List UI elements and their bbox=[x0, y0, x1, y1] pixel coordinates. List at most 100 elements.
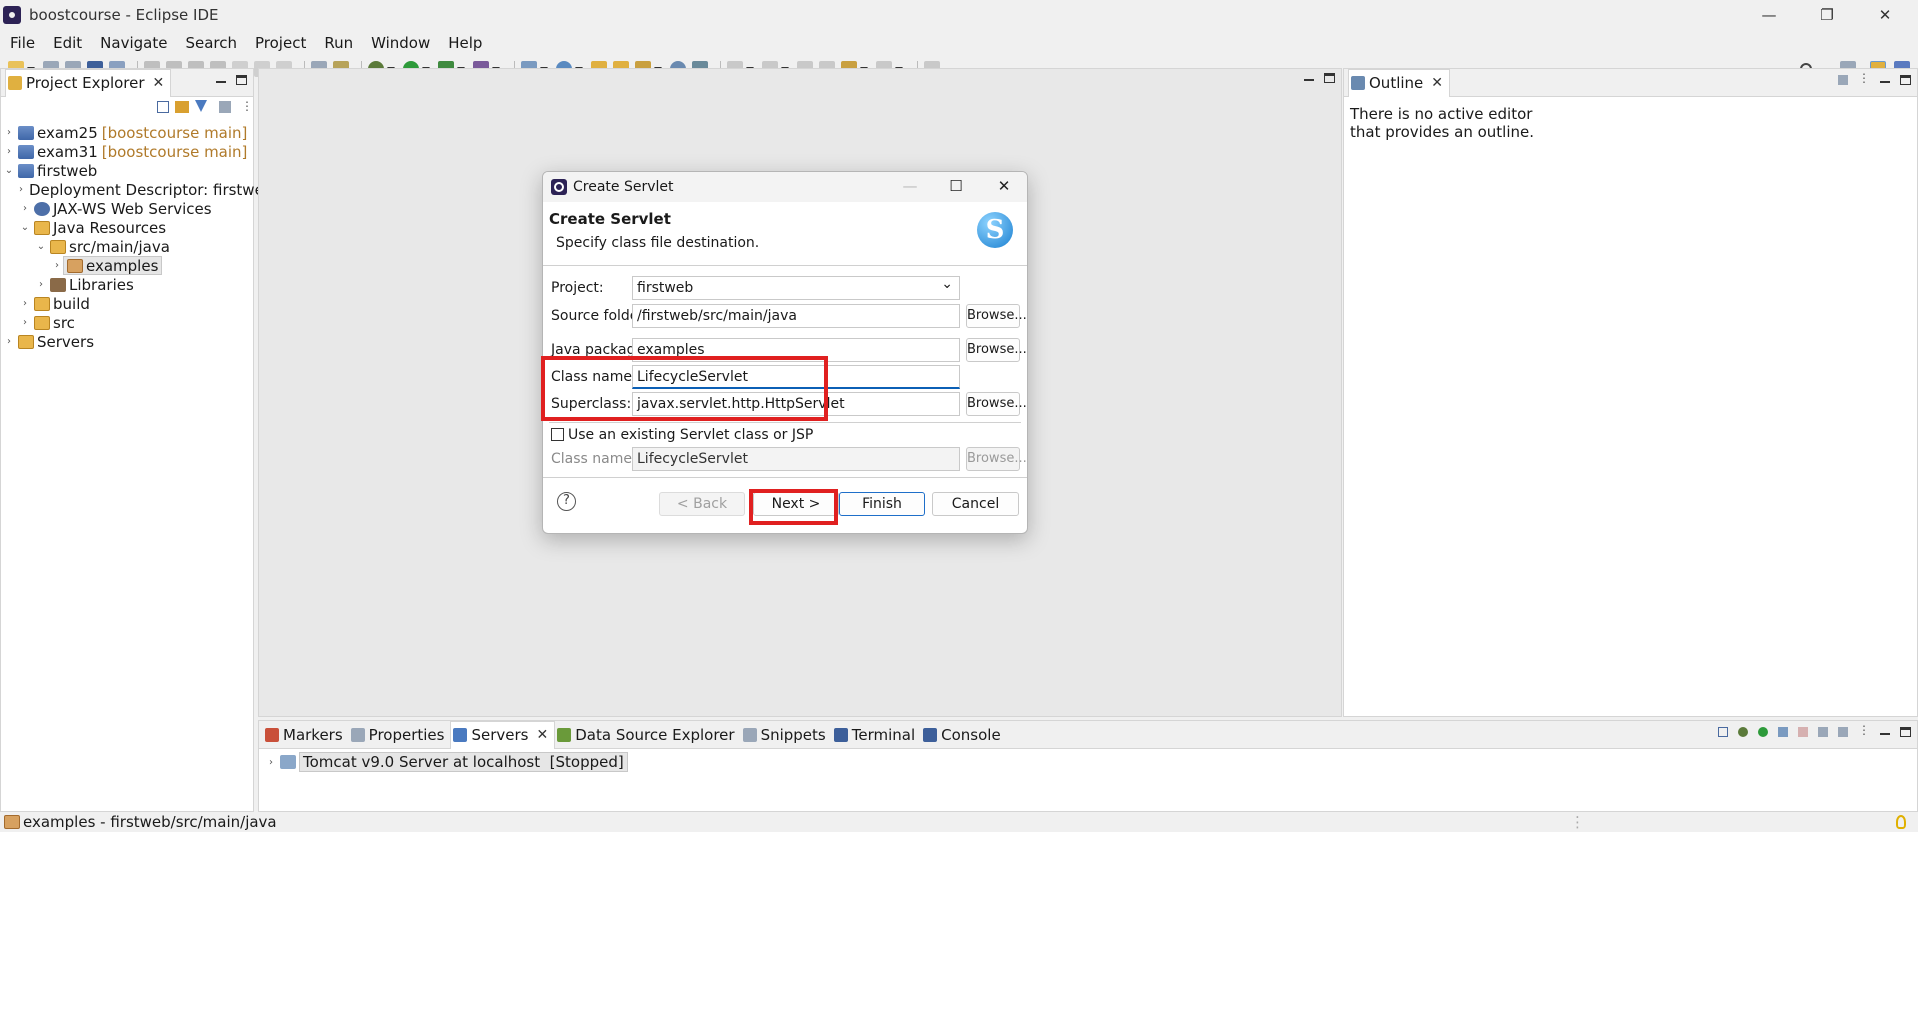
maximize-view-icon[interactable] bbox=[1900, 75, 1911, 85]
chevron-right-icon[interactable]: › bbox=[19, 203, 31, 214]
chevron-right-icon[interactable]: › bbox=[19, 298, 31, 309]
dialog-header-title: Create Servlet bbox=[549, 210, 671, 228]
close-icon[interactable]: ✕ bbox=[153, 75, 165, 91]
menu-edit[interactable]: Edit bbox=[53, 34, 82, 52]
package-icon bbox=[4, 815, 20, 829]
existing-class-field: LifecycleServlet bbox=[632, 447, 960, 471]
dialog-close-button[interactable]: ✕ bbox=[989, 177, 1019, 195]
menu-window[interactable]: Window bbox=[371, 34, 430, 52]
class-name-field[interactable]: LifecycleServlet bbox=[632, 365, 960, 389]
menu-help[interactable]: Help bbox=[448, 34, 482, 52]
chevron-right-icon[interactable]: › bbox=[51, 260, 63, 271]
maximize-view-icon[interactable] bbox=[1324, 73, 1335, 83]
close-window-button[interactable]: ✕ bbox=[1856, 0, 1914, 30]
focus-icon[interactable] bbox=[1838, 75, 1848, 85]
tab-project-explorer[interactable]: Project Explorer ✕ bbox=[5, 68, 172, 97]
tree-item[interactable]: ⌄ src/main/java bbox=[1, 237, 253, 256]
view-menu-icon[interactable]: ⋮ bbox=[241, 99, 253, 113]
chevron-down-icon[interactable]: ⌄ bbox=[35, 241, 47, 252]
folder-icon bbox=[34, 315, 50, 330]
java-package-field[interactable]: examples bbox=[632, 338, 960, 362]
chevron-down-icon[interactable]: ⌄ bbox=[19, 222, 31, 233]
source-folder-field[interactable]: /firstweb/src/main/java bbox=[632, 304, 960, 328]
debug-server-icon[interactable] bbox=[1738, 727, 1748, 737]
close-icon[interactable]: ✕ bbox=[1431, 75, 1443, 91]
chevron-down-icon[interactable]: ⌄ bbox=[3, 165, 15, 176]
lightbulb-icon[interactable] bbox=[1896, 815, 1906, 829]
menu-run[interactable]: Run bbox=[324, 34, 353, 52]
disconnect-icon[interactable] bbox=[1838, 727, 1848, 737]
minimize-view-icon[interactable] bbox=[1304, 79, 1314, 81]
back-button: < Back bbox=[659, 492, 745, 516]
view-menu-icon[interactable]: ⋮ bbox=[1858, 723, 1870, 737]
menu-file[interactable]: File bbox=[10, 34, 35, 52]
dialog-maximize-button[interactable]: ☐ bbox=[941, 177, 971, 195]
outline-panel: Outline ✕ ⋮ There is no active editor th… bbox=[1343, 68, 1918, 717]
tree-item[interactable]: › src bbox=[1, 313, 253, 332]
minimize-view-icon[interactable] bbox=[1880, 733, 1890, 735]
stop-server-icon[interactable] bbox=[1798, 727, 1808, 737]
window-titlebar: boostcourse - Eclipse IDE — ❐ ✕ bbox=[0, 0, 1918, 30]
publish-icon[interactable] bbox=[1818, 727, 1828, 737]
menu-navigate[interactable]: Navigate bbox=[100, 34, 167, 52]
project-select[interactable]: firstweb bbox=[632, 276, 960, 300]
dialog-minimize-button[interactable]: — bbox=[895, 177, 925, 195]
tab-snippets[interactable]: Snippets bbox=[741, 721, 832, 749]
view-menu-icon[interactable]: ⋮ bbox=[1858, 71, 1870, 85]
tree-item[interactable]: › Libraries bbox=[1, 275, 253, 294]
superclass-browse-button[interactable]: Browse... bbox=[966, 392, 1027, 416]
chevron-right-icon[interactable]: › bbox=[3, 146, 15, 157]
next-button[interactable]: Next > bbox=[753, 492, 839, 516]
maximize-view-icon[interactable] bbox=[1900, 727, 1911, 737]
tab-properties[interactable]: Properties bbox=[349, 721, 451, 749]
tree-item-selected[interactable]: › examples bbox=[1, 256, 253, 275]
link-with-editor-icon[interactable] bbox=[175, 101, 189, 113]
help-icon[interactable]: ? bbox=[557, 492, 576, 511]
chevron-right-icon[interactable]: › bbox=[35, 279, 47, 290]
tree-item[interactable]: › JAX-WS Web Services bbox=[1, 199, 253, 218]
tab-markers[interactable]: Markers bbox=[263, 721, 349, 749]
source-folder-browse-button[interactable]: Browse... bbox=[966, 304, 1027, 328]
tab-console[interactable]: Console bbox=[921, 721, 1007, 749]
maximize-view-icon[interactable] bbox=[236, 75, 247, 85]
minimize-view-icon[interactable] bbox=[1880, 81, 1890, 83]
chevron-right-icon[interactable]: › bbox=[3, 127, 15, 138]
chevron-right-icon[interactable]: › bbox=[3, 336, 15, 347]
superclass-row: Superclass: javax.servlet.http.HttpServl… bbox=[543, 392, 1027, 416]
chevron-right-icon[interactable]: › bbox=[265, 757, 277, 768]
focus-icon[interactable] bbox=[219, 101, 231, 113]
use-existing-checkbox[interactable] bbox=[551, 428, 564, 441]
server-list-item[interactable]: › Tomcat v9.0 Server at localhost [Stopp… bbox=[259, 751, 1917, 773]
chevron-right-icon[interactable]: › bbox=[19, 184, 23, 195]
superclass-field[interactable]: javax.servlet.http.HttpServlet bbox=[632, 392, 960, 416]
minimize-button[interactable]: — bbox=[1740, 0, 1798, 30]
restore-button[interactable]: ❐ bbox=[1798, 0, 1856, 30]
tree-item[interactable]: › exam25 [boostcourse main] bbox=[1, 123, 253, 142]
tree-item[interactable]: ⌄ firstweb bbox=[1, 161, 253, 180]
tab-servers[interactable]: Servers ✕ bbox=[450, 720, 556, 749]
filter-icon[interactable] bbox=[195, 100, 207, 112]
menu-search[interactable]: Search bbox=[185, 34, 237, 52]
cancel-button[interactable]: Cancel bbox=[932, 492, 1019, 516]
finish-button[interactable]: Finish bbox=[839, 492, 925, 516]
chevron-right-icon[interactable]: › bbox=[19, 317, 31, 328]
profile-server-icon[interactable] bbox=[1778, 727, 1788, 737]
tree-item[interactable]: › build bbox=[1, 294, 253, 313]
tree-item[interactable]: › Servers bbox=[1, 332, 253, 351]
tab-data-source-explorer[interactable]: Data Source Explorer bbox=[555, 721, 740, 749]
tab-terminal[interactable]: Terminal bbox=[832, 721, 921, 749]
collapse-all-icon[interactable] bbox=[1718, 727, 1728, 737]
tree-item[interactable]: ⌄ Java Resources bbox=[1, 218, 253, 237]
collapse-all-icon[interactable] bbox=[157, 101, 169, 113]
folder-icon bbox=[34, 296, 50, 311]
tree-item[interactable]: › Deployment Descriptor: firstweb bbox=[1, 180, 273, 199]
tree-item[interactable]: › exam31 [boostcourse main] bbox=[1, 142, 253, 161]
java-package-browse-button[interactable]: Browse... bbox=[966, 338, 1027, 362]
terminal-icon bbox=[833, 727, 848, 742]
tab-outline[interactable]: Outline ✕ bbox=[1348, 68, 1450, 97]
minimize-view-icon[interactable] bbox=[216, 81, 226, 83]
close-icon[interactable]: ✕ bbox=[537, 727, 549, 743]
menu-project[interactable]: Project bbox=[255, 34, 306, 52]
start-server-icon[interactable] bbox=[1758, 727, 1768, 737]
tree-label: src bbox=[53, 313, 75, 332]
